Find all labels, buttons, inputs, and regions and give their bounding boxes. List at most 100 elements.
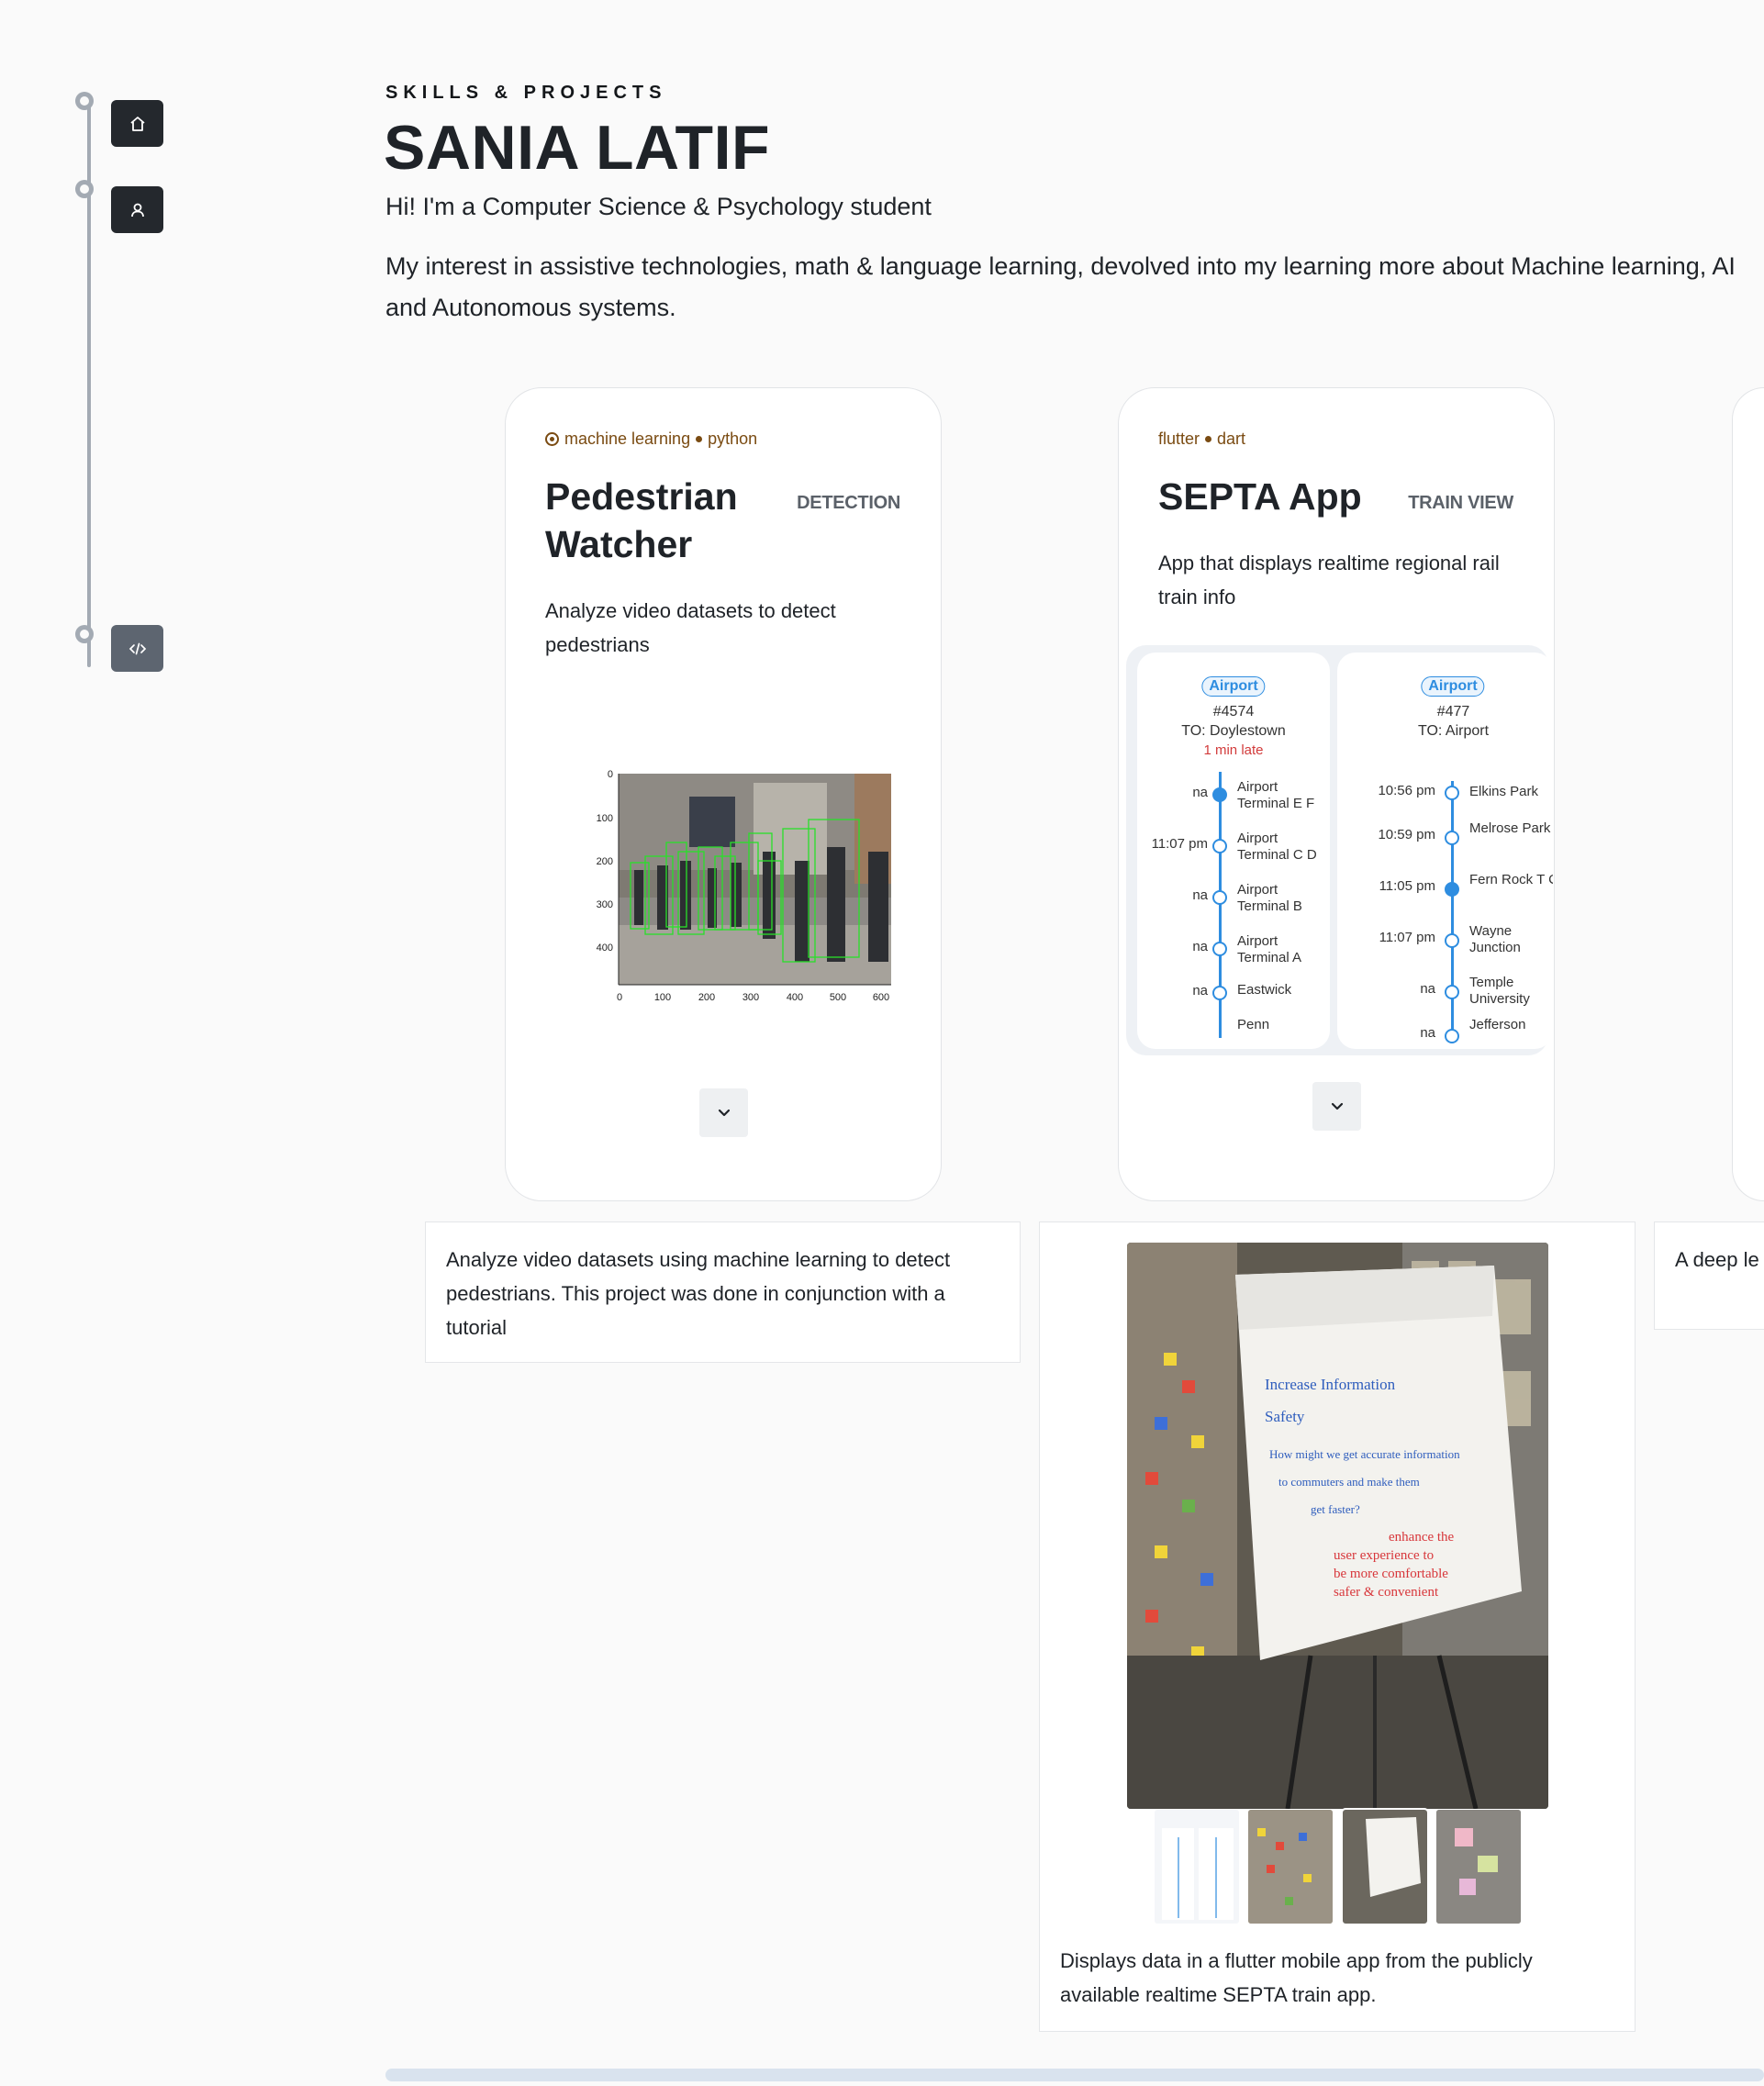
stop-time: 11:07 pm [1379,930,1435,945]
page-title: SANIA LATIF [384,113,771,183]
photo-note: safer & convenient [1334,1585,1439,1600]
tag: dart [1217,429,1246,448]
plot-y-tick: 0 [608,769,613,780]
project-card-pedestrian-watcher[interactable]: machine learning python Pedestrian Watch… [505,387,942,1201]
app-screenshot: Airport #4574 TO: Doylestown 1 min late … [1126,645,1553,1055]
project-summary: Analyze video datasets to detect pedestr… [545,599,836,656]
stop-marker [1445,831,1459,845]
stop-time: 10:59 pm [1378,827,1435,842]
tag-separator-icon [696,436,703,442]
project-detail-text: Analyze video datasets using machine lea… [446,1248,951,1339]
line-badge: Airport [1201,676,1266,697]
gallery-thumbnail[interactable] [1248,1810,1333,1924]
stop-marker [1212,839,1227,853]
stop-name: Eastwick [1237,982,1292,998]
plot-y-tick: 100 [597,813,613,824]
detection-plot-image: 0 100 200 300 400 0 100 200 300 400 500 … [597,769,891,1003]
project-detail-panel: Analyze video datasets using machine lea… [425,1221,1021,1363]
stop-name: Airport Terminal A [1237,933,1302,965]
timeline-node [75,180,94,198]
stop-name: Airport Terminal E F [1237,779,1315,811]
stop-time: na [1192,887,1208,903]
nav-projects-button[interactable] [111,625,163,672]
plot-y-tick: 200 [597,856,613,867]
stop-row: na Airport Terminal B [1137,882,1330,919]
stop-marker [1445,882,1459,897]
stop-row: 11:07 pm Airport Terminal C D [1137,831,1330,867]
plot-x-tick: 600 [873,992,889,1003]
photo-note: user experience to [1334,1548,1434,1563]
stop-marker [1445,1029,1459,1043]
photo-note: be more comfortable [1334,1567,1448,1581]
stop-marker [1445,786,1459,800]
project-badge: TRAIN VIEW [1408,493,1513,513]
stop-time: 10:56 pm [1378,783,1435,798]
train-number: #4574 [1212,704,1255,720]
stop-row: 11:07 pm Wayne Junction [1337,919,1553,955]
stop-row: na Temple University [1337,970,1553,1007]
nav-profile-button[interactable] [111,186,163,233]
project-title: SEPTA App [1158,475,1362,518]
thumbnail-sticky-wall [1436,1810,1521,1924]
train-panel: Airport #4574 TO: Doylestown 1 min late … [1137,653,1330,1049]
intro-paragraph: My interest in assistive technologies, m… [385,252,1736,321]
plot-x-tick: 500 [830,992,846,1003]
horizontal-scrollbar[interactable] [385,2069,1764,2081]
project-detail-text: A deep le tutorial, u [1675,1248,1764,1271]
section-kicker: SKILLS & PROJECTS [385,83,667,103]
plot-y-tick: 300 [597,899,613,910]
photo-note: Safety [1265,1408,1305,1425]
stop-row: na Airport Terminal A [1137,933,1330,970]
stop-name: Jefferson [1469,1017,1526,1032]
stop-time: na [1420,1025,1435,1041]
train-destination: TO: Doylestown [1181,723,1286,739]
stop-time: na [1192,983,1208,998]
expand-button[interactable] [1312,1082,1361,1131]
plot-x-tick: 0 [617,992,622,1003]
code-icon [128,642,146,654]
stop-time: na [1420,981,1435,997]
stop-time: 11:07 pm [1151,836,1208,852]
train-destination: TO: Airport [1417,723,1490,739]
gallery-thumbnail[interactable] [1155,1810,1239,1924]
chevron-down-icon [718,1109,730,1116]
photo-note: to commuters and make them [1278,1475,1420,1489]
stop-row: 11:05 pm Fern Rock T C [1337,867,1553,904]
thumbnail-whiteboard [1343,1810,1427,1924]
stop-time: na [1192,785,1208,800]
nav-home-button[interactable] [111,100,163,147]
project-detail-text: Displays data in a flutter mobile app fr… [1060,1949,1533,2006]
stop-name: Wayne Junction [1469,923,1521,955]
project-card-septa-app[interactable]: flutter dart SEPTA App TRAIN VIEW App th… [1118,387,1555,1201]
stop-time: na [1192,939,1208,954]
expand-button[interactable] [699,1088,748,1137]
photo-note: enhance the [1389,1530,1455,1545]
stop-marker [1445,933,1459,948]
gallery-thumbnail-selected[interactable] [1341,1808,1429,1925]
page-subtitle: Hi! I'm a Computer Science & Psychology … [385,193,932,220]
plot-x-tick: 200 [698,992,715,1003]
stop-name: Airport Terminal C D [1237,831,1317,863]
train-number: #477 [1436,704,1470,720]
stop-row: Penn [1137,1012,1330,1049]
stop-marker [1212,986,1227,1000]
plot-x-tick: 400 [787,992,803,1003]
project-card-partial[interactable] [1732,387,1764,1201]
project-title: Pedestrian Watcher [545,475,738,565]
stop-row: na Eastwick [1137,977,1330,1014]
stop-marker [1212,942,1227,956]
gallery-thumbnail[interactable] [1436,1810,1521,1924]
tag: flutter [1158,429,1200,448]
tag-marker-icon [545,432,559,446]
project-badge: DETECTION [797,493,900,513]
plot-y-tick: 400 [597,943,613,954]
stop-row: 10:56 pm Elkins Park [1337,779,1553,816]
photo-note: Increase Information [1265,1376,1396,1393]
thumbnail-app-screenshot [1162,1828,1234,1920]
line-badge: Airport [1421,676,1485,697]
plot-x-tick: 300 [742,992,759,1003]
project-detail-panel: Increase Information Safety How might we… [1039,1221,1636,2032]
gallery-main-photo: Increase Information Safety How might we… [1127,1243,1548,1809]
stop-row: na Jefferson [1337,1014,1553,1049]
stop-time: 11:05 pm [1379,878,1435,894]
